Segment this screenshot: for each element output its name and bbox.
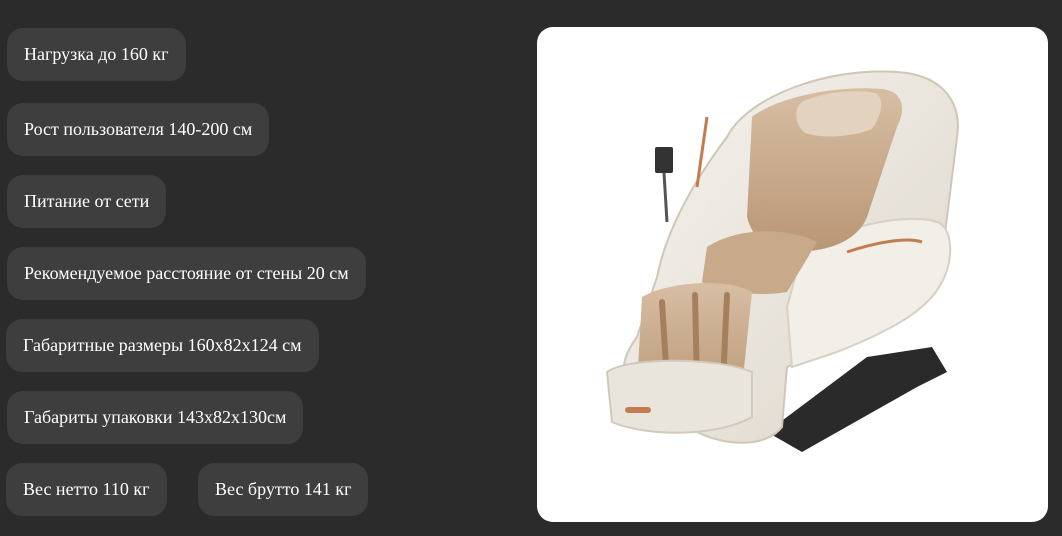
spec-dimensions-chip: Габаритные размеры 160х82х124 см [6, 319, 319, 372]
remote-control-icon [655, 147, 673, 173]
spec-wall-distance-chip: Рекомендуемое расстояние от стены 20 см [7, 247, 366, 300]
spec-height-chip: Рост пользователя 140-200 см [7, 103, 270, 156]
spec-load-chip: Нагрузка до 160 кг [7, 28, 186, 81]
spec-gross-weight-chip: Вес брутто 141 кг [198, 463, 369, 516]
chair-footrest [605, 359, 753, 434]
spec-list: Нагрузка до 160 кг Рост пользователя 140… [0, 0, 520, 536]
spec-net-weight-chip: Вес нетто 110 кг [6, 463, 167, 516]
spec-power-chip: Питание от сети [7, 175, 167, 228]
product-photo [537, 27, 1048, 522]
massage-chair-icon [605, 70, 959, 452]
spec-package-chip: Габариты упаковки 143х82х130см [7, 391, 304, 444]
